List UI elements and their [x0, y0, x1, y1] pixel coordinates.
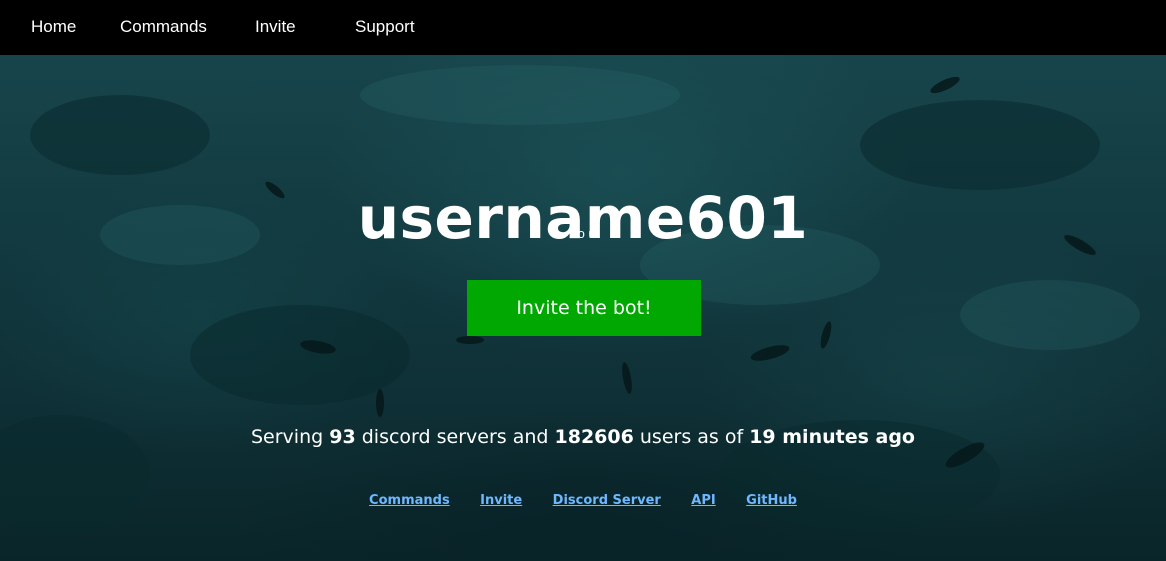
footer-discord-server-link[interactable]: Discord Server	[553, 493, 661, 508]
top-navbar: Home Commands Invite Support	[0, 0, 1166, 55]
stats-line: Serving 93 discord servers and 182606 us…	[0, 425, 1166, 449]
invite-bot-button[interactable]: Invite the bot!	[467, 280, 701, 336]
nav-invite-link[interactable]: Invite	[255, 17, 296, 37]
footer-invite-link[interactable]: Invite	[480, 493, 522, 508]
stats-users-text: users as of	[639, 426, 744, 448]
stats-prefix: Serving	[251, 426, 324, 448]
nav-home-link[interactable]: Home	[31, 17, 76, 37]
users-count: 182606	[554, 426, 634, 448]
last-updated-time: 19 minutes ago	[749, 426, 915, 448]
footer-api-link[interactable]: API	[691, 493, 715, 508]
nav-commands-link[interactable]: Commands	[120, 17, 207, 37]
hero-section: username601 no u Invite the bot! Serving…	[0, 55, 1166, 561]
stats-servers-text: discord servers and	[361, 426, 549, 448]
servers-count: 93	[329, 426, 356, 448]
footer-links: Commands Invite Discord Server API GitHu…	[0, 491, 1166, 509]
footer-commands-link[interactable]: Commands	[369, 493, 450, 508]
footer-github-link[interactable]: GitHub	[746, 493, 797, 508]
page-subtitle: no u	[570, 226, 596, 241]
nav-support-link[interactable]: Support	[355, 17, 415, 37]
